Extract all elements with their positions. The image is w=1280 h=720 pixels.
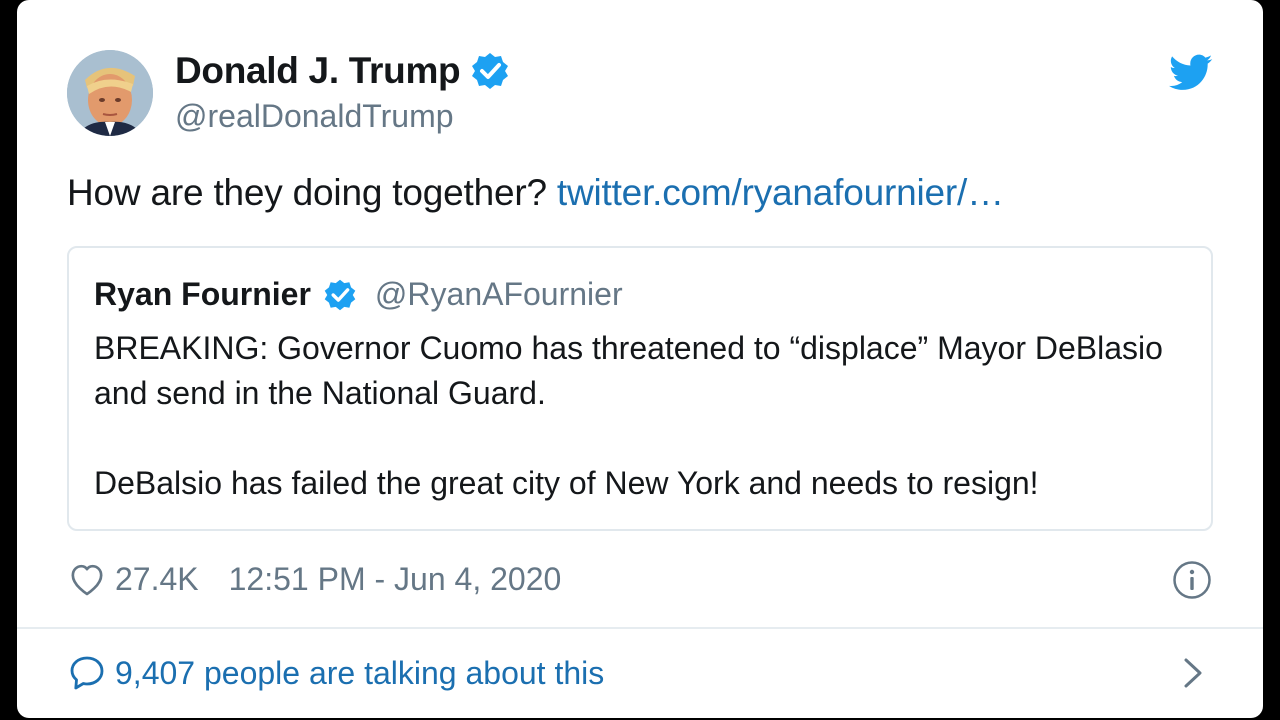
talking-label[interactable]: 9,407 people are talking about this [115, 655, 604, 692]
portrait-avatar-image [67, 50, 153, 136]
verified-badge-icon [472, 53, 509, 89]
quoted-tweet[interactable]: Ryan Fournier @RyanAFournier BREAKING: G… [67, 246, 1213, 531]
author-name[interactable]: Donald J. Trump [175, 50, 461, 92]
quoted-tweet-header: Ryan Fournier @RyanAFournier [94, 276, 623, 313]
quoted-tweet-body: BREAKING: Governor Cuomo has threatened … [94, 326, 1194, 506]
tweet-meta: 27.4K 12:51 PM - Jun 4, 2020 [67, 557, 561, 601]
tweet-text: How are they doing together? twitter.com… [67, 172, 1004, 214]
heart-icon[interactable] [67, 559, 107, 599]
timestamp[interactable]: 12:51 PM - Jun 4, 2020 [229, 561, 562, 598]
speech-bubble-icon [70, 656, 104, 690]
quoted-paragraph: BREAKING: Governor Cuomo has threatened … [94, 330, 1163, 411]
chevron-right-icon[interactable] [1179, 656, 1207, 690]
author-name-row[interactable]: Donald J. Trump [175, 50, 510, 92]
author-handle[interactable]: @realDonaldTrump [175, 98, 454, 135]
info-icon[interactable] [1172, 560, 1212, 600]
talking-link[interactable]: 9,407 people are talking about this [67, 650, 604, 696]
divider [17, 627, 1263, 629]
avatar[interactable] [67, 50, 153, 136]
twitter-bird-icon[interactable] [1169, 54, 1213, 92]
quoted-paragraph: DeBalsio has failed the great city of Ne… [94, 465, 1039, 501]
tweet-link[interactable]: twitter.com/ryanafournier/… [557, 172, 1004, 213]
quoted-author-handle[interactable]: @RyanAFournier [375, 276, 623, 313]
tweet-body: How are they doing together? [67, 172, 557, 213]
verified-badge-icon [324, 279, 356, 310]
quoted-author-name[interactable]: Ryan Fournier [94, 276, 311, 313]
like-count[interactable]: 27.4K [115, 561, 199, 598]
tweet-embed-card: Donald J. Trump @realDonaldTrump How are… [17, 0, 1263, 718]
